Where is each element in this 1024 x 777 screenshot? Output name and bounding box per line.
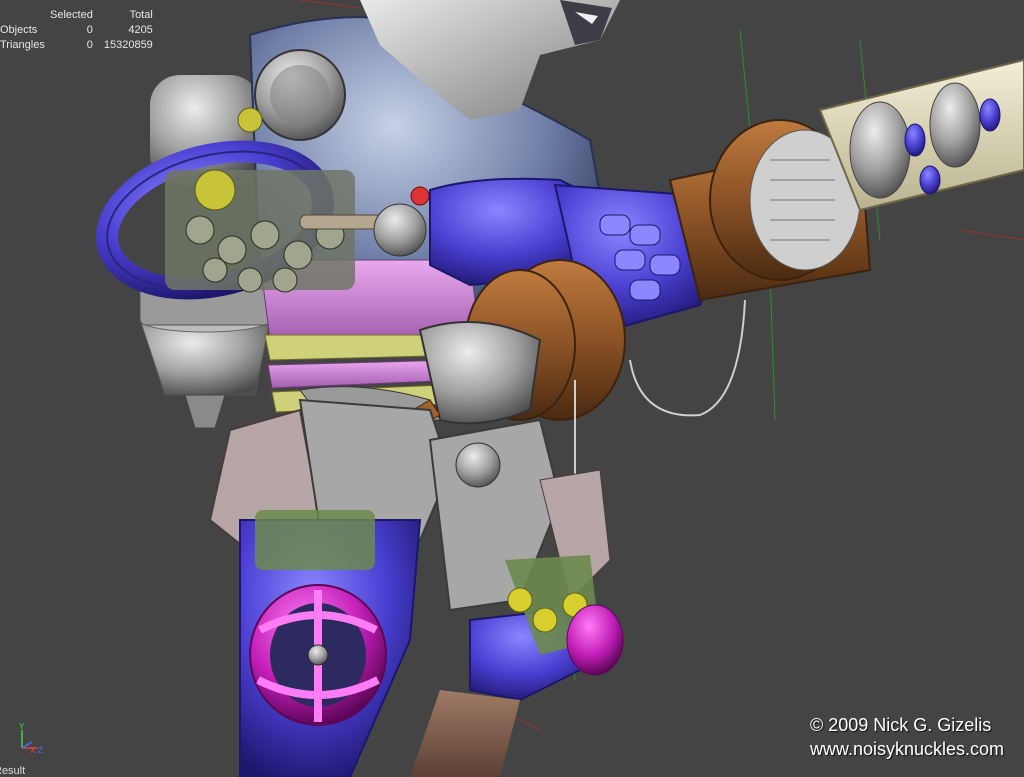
stats-row-total: 4205 — [128, 24, 153, 36]
scene-stats: Selected Total Objects 0 4205 Triangles … — [0, 8, 153, 53]
axis-z-label: Z — [38, 746, 43, 755]
copyright-line: © 2009 Nick G. Gizelis — [809, 715, 992, 735]
cannon-tube — [818, 58, 1024, 212]
status-label: Result — [0, 765, 26, 777]
stats-header-selected: Selected — [50, 9, 93, 21]
front-leg — [239, 510, 422, 777]
stats-row-selected: 0 — [86, 39, 93, 51]
stats-header-row: Selected Total — [0, 8, 153, 23]
stats-row-label: Objects — [0, 24, 38, 36]
stats-header-label — [0, 8, 50, 23]
stats-table: Selected Total Objects 0 4205 Triangles … — [0, 8, 153, 53]
back-leg — [410, 555, 624, 777]
copyright-block: © 2009 Nick G. Gizelis www.noisyknuckles… — [810, 713, 1004, 761]
stats-row-selected: 0 — [86, 24, 93, 36]
axis-x-label: X — [30, 746, 36, 755]
website-link: www.noisyknuckles.com — [809, 739, 1004, 759]
stats-row-triangles: Triangles 0 15320859 — [0, 38, 153, 53]
stats-row-total: 15320859 — [103, 39, 153, 51]
3d-viewport[interactable]: Selected Total Objects 0 4205 Triangles … — [0, 0, 1024, 777]
axis-gizmo-icon: Y X Z — [19, 722, 43, 755]
stats-row-label: Triangles — [0, 39, 45, 51]
stats-header-total: Total — [129, 9, 153, 21]
axis-y-label: Y — [19, 722, 25, 731]
render-scene — [96, 0, 1024, 777]
stats-row-objects: Objects 0 4205 — [0, 23, 153, 38]
